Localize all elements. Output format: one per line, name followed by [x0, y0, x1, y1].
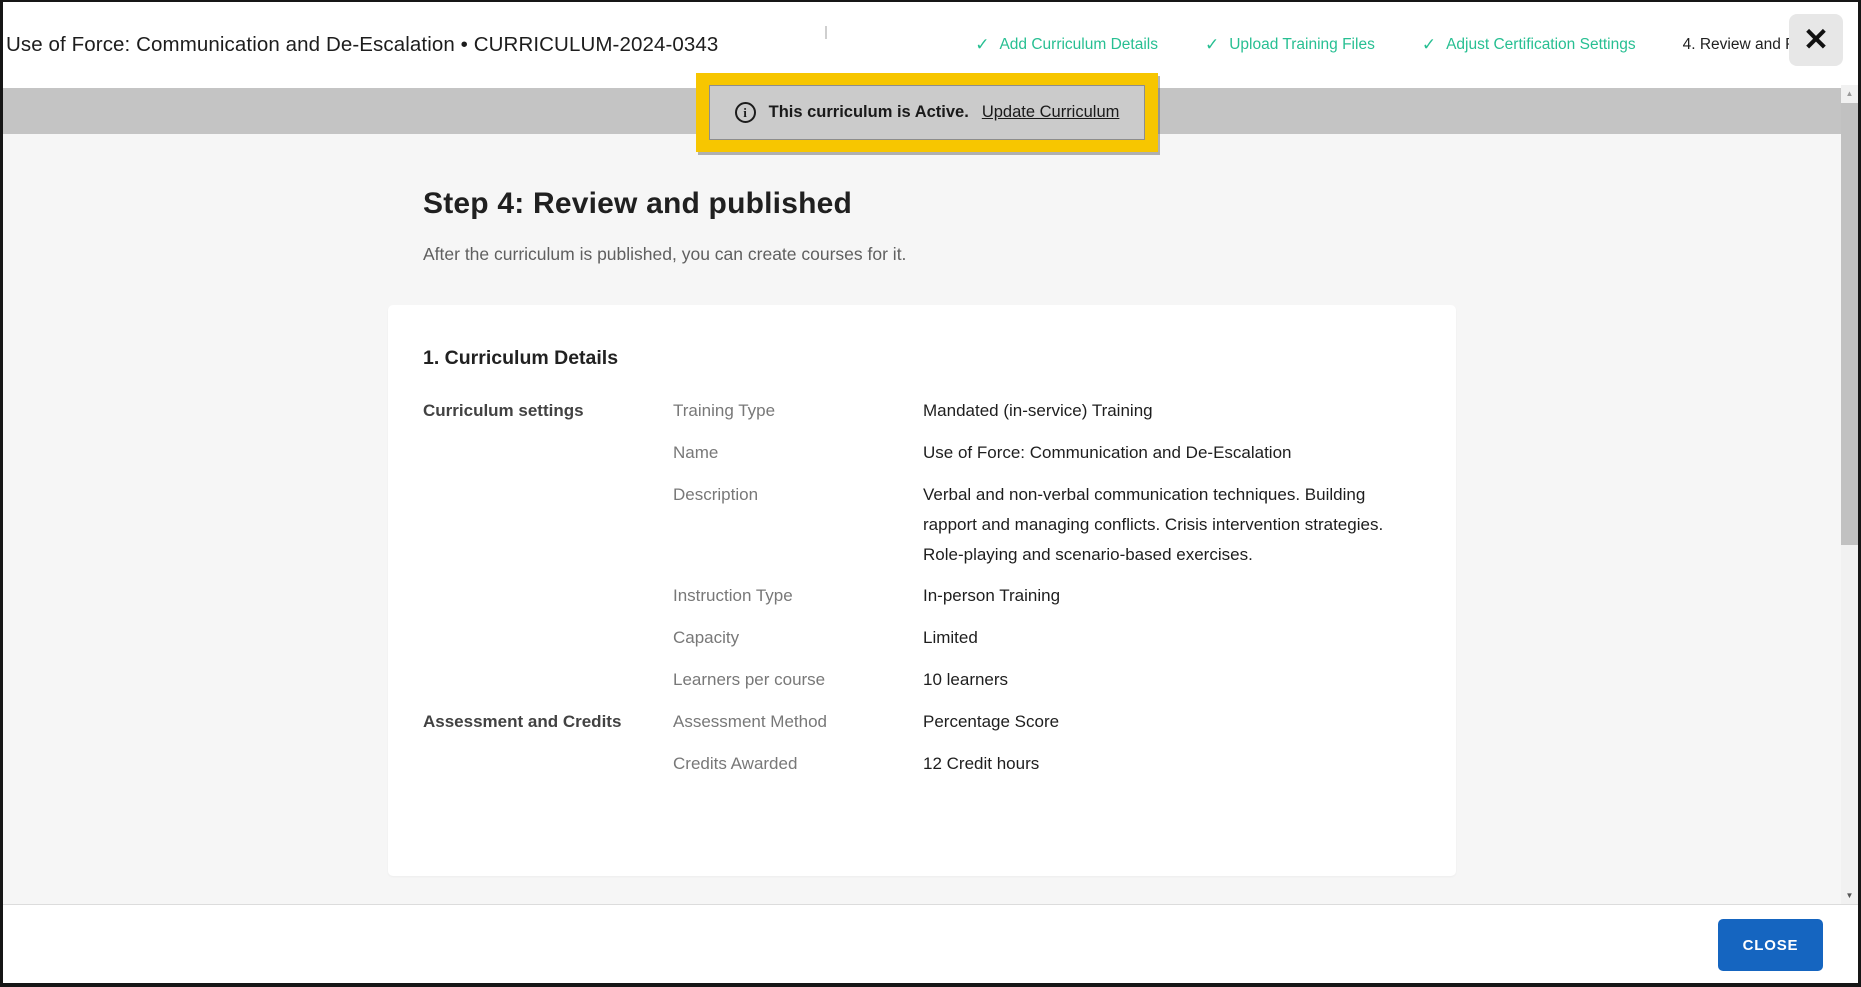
- step-adjust-certification-settings[interactable]: ✓ Adjust Certification Settings: [1422, 35, 1636, 55]
- detail-row: Curriculum settings Training Type Mandat…: [423, 401, 1456, 420]
- section-title: 1. Curriculum Details: [423, 347, 1456, 370]
- detail-row: Credits Awarded 12 Credit hours: [423, 754, 1456, 773]
- modal-title: Use of Force: Communication and De-Escal…: [3, 33, 718, 57]
- row-group-label: [423, 628, 673, 647]
- detail-row: Capacity Limited: [423, 628, 1456, 647]
- step-add-curriculum-details[interactable]: ✓ Add Curriculum Details: [975, 35, 1158, 55]
- curriculum-review-modal: Use of Force: Communication and De-Escal…: [0, 0, 1861, 987]
- scroll-up-icon[interactable]: ▲: [1841, 85, 1858, 102]
- row-label: Training Type: [673, 401, 923, 420]
- check-icon: ✓: [975, 35, 989, 55]
- stepper-nav: ✓ Add Curriculum Details ✓ Upload Traini…: [975, 35, 1858, 55]
- modal-footer: CLOSE: [3, 904, 1858, 983]
- vertical-scrollbar[interactable]: ▲ ▼: [1841, 85, 1858, 904]
- detail-row: Assessment and Credits Assessment Method…: [423, 712, 1456, 731]
- close-button[interactable]: CLOSE: [1718, 919, 1823, 971]
- row-group-label: [423, 485, 673, 570]
- row-label: Learners per course: [673, 670, 923, 689]
- step-label: Add Curriculum Details: [999, 36, 1158, 54]
- row-value: 10 learners: [923, 670, 1393, 689]
- check-icon: ✓: [1422, 35, 1436, 55]
- row-label: Capacity: [673, 628, 923, 647]
- row-value: 12 Credit hours: [923, 754, 1393, 773]
- step-upload-training-files[interactable]: ✓ Upload Training Files: [1205, 35, 1375, 55]
- row-value: In-person Training: [923, 586, 1393, 605]
- check-icon: ✓: [1205, 35, 1219, 55]
- status-banner: i This curriculum is Active. Update Curr…: [709, 85, 1145, 140]
- row-value: Mandated (in-service) Training: [923, 401, 1393, 420]
- row-group-label: Curriculum settings: [423, 401, 673, 420]
- title-divider: [825, 26, 827, 39]
- row-label: Instruction Type: [673, 586, 923, 605]
- detail-row: Instruction Type In-person Training: [423, 586, 1456, 605]
- status-text: This curriculum is Active.: [769, 103, 969, 122]
- row-label: Assessment Method: [673, 712, 923, 731]
- highlight-annotation-box: i This curriculum is Active. Update Curr…: [696, 73, 1158, 152]
- row-value: Limited: [923, 628, 1393, 647]
- page-title: Step 4: Review and published: [423, 187, 852, 221]
- curriculum-details-card: 1. Curriculum Details Curriculum setting…: [388, 305, 1456, 876]
- row-group-label: [423, 670, 673, 689]
- detail-row: Name Use of Force: Communication and De-…: [423, 443, 1456, 462]
- row-value: Verbal and non-verbal communication tech…: [923, 480, 1393, 570]
- row-group-label: Assessment and Credits: [423, 712, 673, 731]
- page-subtitle: After the curriculum is published, you c…: [423, 244, 906, 265]
- step-label: Adjust Certification Settings: [1446, 36, 1636, 54]
- modal-body: Step 4: Review and published After the c…: [3, 134, 1841, 904]
- detail-row: Learners per course 10 learners: [423, 670, 1456, 689]
- step-label: Upload Training Files: [1229, 36, 1375, 54]
- info-icon: i: [735, 102, 756, 123]
- row-group-label: [423, 754, 673, 773]
- detail-row: Description Verbal and non-verbal commun…: [423, 485, 1456, 570]
- close-icon[interactable]: ✕: [1789, 14, 1843, 66]
- scrollbar-thumb[interactable]: [1841, 103, 1858, 545]
- row-value: Use of Force: Communication and De-Escal…: [923, 443, 1393, 462]
- row-group-label: [423, 586, 673, 605]
- row-group-label: [423, 443, 673, 462]
- update-curriculum-link[interactable]: Update Curriculum: [982, 103, 1120, 122]
- row-label: Description: [673, 485, 923, 570]
- row-label: Credits Awarded: [673, 754, 923, 773]
- row-label: Name: [673, 443, 923, 462]
- scroll-down-icon[interactable]: ▼: [1841, 887, 1858, 904]
- row-value: Percentage Score: [923, 712, 1393, 731]
